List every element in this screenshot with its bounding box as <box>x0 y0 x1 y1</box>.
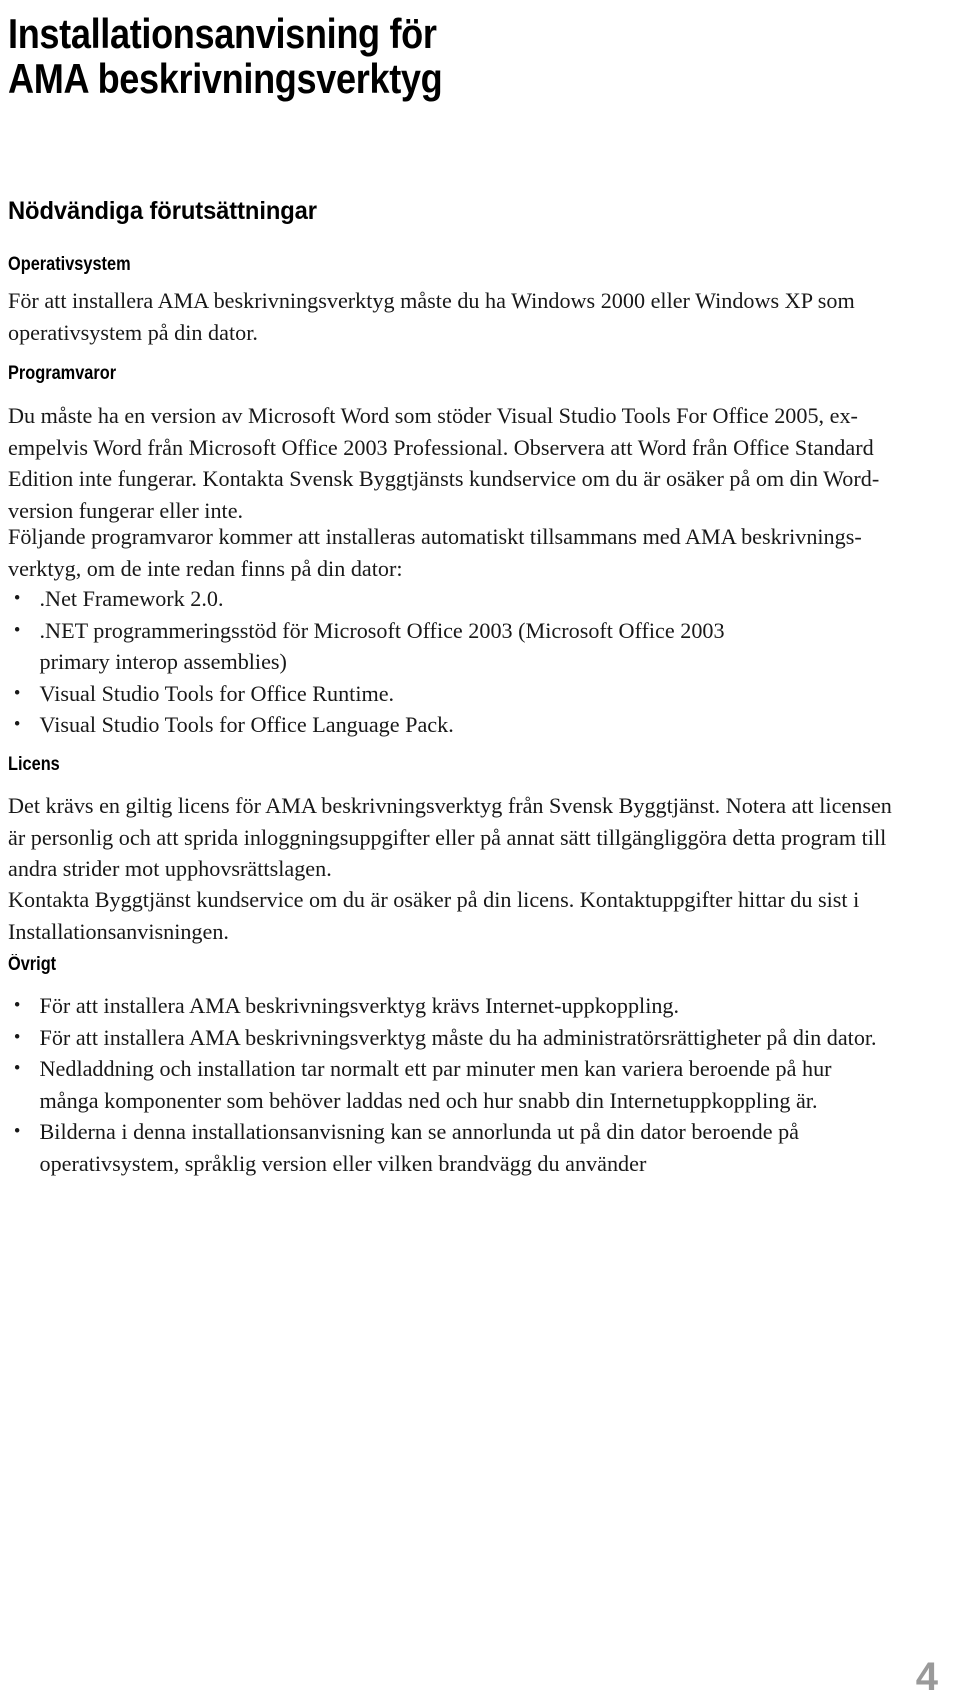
paragraph-licens-kontakt: Kontakta Byggtjänst kundservice om du är… <box>8 887 860 944</box>
list-item: .Net Framework 2.0. <box>8 583 826 615</box>
list-programvaror: .Net Framework 2.0. .NET programmeringss… <box>8 583 838 741</box>
subsection-heading-operativsystem: Operativsystem <box>8 254 131 275</box>
paragraph-operativsystem: För att installera AMA beskrivningsverkt… <box>8 288 855 345</box>
subsection-heading-licens: Licens <box>8 754 60 775</box>
list-item: Visual Studio Tools for Office Language … <box>8 709 826 741</box>
list-item: För att installera AMA beskrivningsverkt… <box>8 1022 909 1054</box>
list-item: Visual Studio Tools for Office Runtime. <box>8 678 826 710</box>
page-number: 4 <box>915 1655 938 1699</box>
paragraph-programvaror-auto: Följande programvaror kommer att install… <box>8 524 862 581</box>
section-heading-requirements: Nödvändiga förutsättningar <box>8 197 317 225</box>
document-page: Installationsanvisning för AMA beskrivni… <box>0 0 960 1697</box>
subsection-heading-ovrigt: Övrigt <box>8 954 57 975</box>
paragraph-programvaror-word: Du måste ha en version av Microsoft Word… <box>8 403 880 523</box>
list-item: Bilderna i denna installationsanvisning … <box>8 1116 909 1179</box>
list-item: Nedladdning och installation tar normalt… <box>8 1053 909 1116</box>
page-title: Installationsanvisning för AMA beskrivni… <box>8 10 443 102</box>
list-item: .NET programmeringsstöd för Microsoft Of… <box>8 615 826 678</box>
list-item: För att installera AMA beskrivningsverkt… <box>8 990 909 1022</box>
paragraph-licens-giltig: Det krävs en giltig licens för AMA beskr… <box>8 793 892 881</box>
subsection-heading-programvaror: Programvaror <box>8 363 117 384</box>
list-ovrigt: För att installera AMA beskrivningsverkt… <box>8 990 923 1179</box>
